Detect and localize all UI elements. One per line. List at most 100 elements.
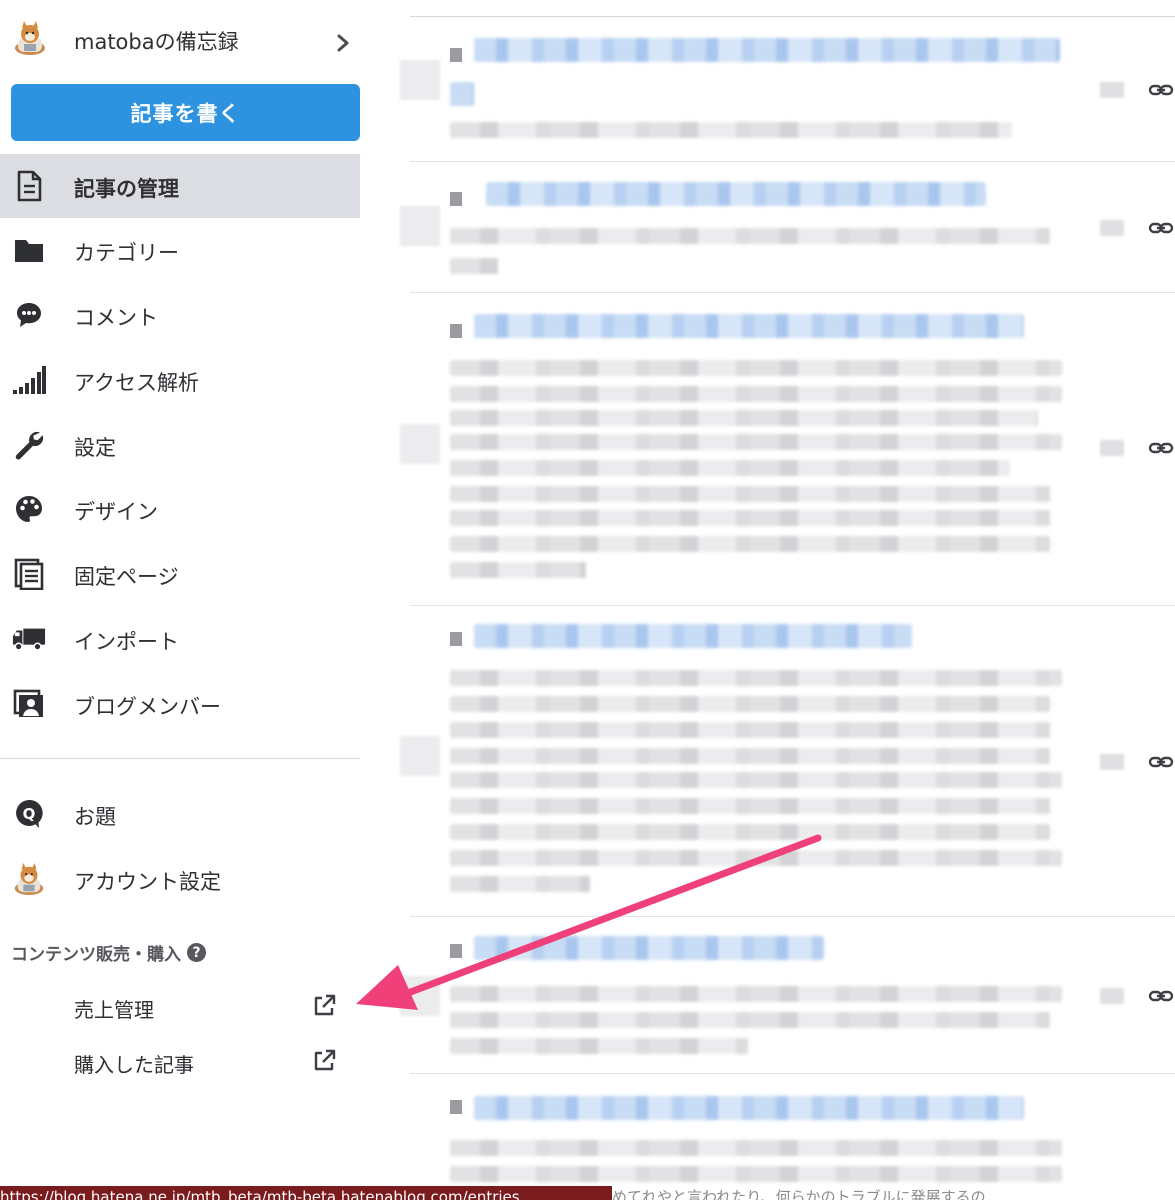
entry-excerpt-blurred	[450, 386, 1062, 402]
sidebar-item-articles[interactable]: 記事の管理	[0, 154, 360, 218]
shiba-dog-avatar	[12, 862, 46, 896]
entry-excerpt-blurred	[450, 772, 1062, 788]
link-chain-icon[interactable]	[1148, 82, 1174, 98]
entry-title-blurred[interactable]	[474, 1096, 1024, 1120]
list-separator	[410, 161, 1175, 162]
entries-list	[398, 0, 1175, 1186]
entry-excerpt-blurred	[450, 460, 1010, 476]
external-link-icon	[314, 1049, 336, 1071]
link-chain-icon[interactable]	[1148, 440, 1174, 456]
folder-icon	[12, 233, 46, 267]
blog-switcher[interactable]: matobaの備忘録	[0, 14, 360, 66]
entry-meta	[1100, 988, 1124, 1004]
sidebar-item-label: カテゴリー	[74, 241, 179, 265]
entry-meta	[1100, 754, 1124, 770]
entry-title-blurred[interactable]	[474, 624, 912, 648]
entry-excerpt-blurred	[450, 228, 1050, 244]
sidebar-item-label: 固定ページ	[74, 565, 179, 589]
shiba-dog-avatar	[15, 21, 45, 55]
sidebar-item-static-pages[interactable]: 固定ページ	[0, 542, 360, 606]
entry-title-blurred[interactable]	[474, 314, 1024, 338]
entry-thumbnail	[400, 60, 440, 100]
entry-excerpt-blurred	[450, 876, 590, 892]
entry-excerpt-blurred	[450, 1012, 1050, 1028]
entry-thumbnail	[400, 976, 440, 1016]
list-item[interactable]	[398, 300, 1175, 600]
link-chain-icon[interactable]	[1148, 988, 1174, 1004]
list-item[interactable]	[398, 926, 1175, 1066]
entry-excerpt-blurred	[450, 850, 1062, 866]
wrench-icon	[12, 428, 46, 462]
list-separator	[410, 916, 1175, 917]
entry-status-marker	[450, 632, 462, 646]
help-icon[interactable]: ?	[187, 943, 206, 962]
entry-excerpt-blurred	[450, 410, 1038, 426]
entry-title-blurred	[450, 82, 474, 106]
entry-excerpt-blurred	[450, 696, 1050, 712]
entry-status-marker	[450, 944, 462, 958]
sidebar-item-blog-members[interactable]: ブログメンバー	[0, 672, 360, 736]
entry-excerpt-blurred	[450, 748, 1050, 764]
list-separator	[410, 605, 1175, 606]
entry-excerpt-blurred	[450, 798, 1050, 814]
sidebar-item-purchased-articles[interactable]: 購入した記事	[0, 1039, 360, 1085]
palette-icon	[12, 492, 46, 526]
entry-status-marker	[450, 48, 462, 62]
signal-bars-icon	[12, 363, 46, 397]
entry-meta-blurred	[450, 122, 1012, 138]
entry-excerpt-blurred	[450, 536, 1050, 552]
entry-meta-blurred	[450, 258, 498, 274]
link-chain-icon[interactable]	[1148, 220, 1174, 236]
sidebar: matobaの備忘録 記事を書く 記事の管理 カテゴリー コメント アクセス解析…	[0, 0, 380, 1200]
sidebar-item-label: アクセス解析	[74, 371, 199, 395]
entry-status-marker	[450, 192, 462, 206]
sidebar-item-account-settings[interactable]: アカウント設定	[0, 847, 360, 911]
entry-excerpt-blurred	[450, 360, 1062, 376]
entry-excerpt-blurred	[450, 486, 1050, 502]
sidebar-item-sales-management[interactable]: 売上管理	[0, 984, 360, 1030]
sidebar-item-analytics[interactable]: アクセス解析	[0, 348, 360, 412]
truck-icon	[12, 622, 46, 656]
list-item[interactable]	[398, 612, 1175, 912]
entry-excerpt-blurred	[450, 510, 1050, 526]
sidebar-item-label: 購入した記事	[74, 1053, 194, 1077]
list-item[interactable]	[398, 30, 1175, 160]
sidebar-item-odai[interactable]: Q お題	[0, 782, 360, 846]
entry-excerpt-blurred	[450, 562, 586, 578]
sidebar-item-comments[interactable]: コメント	[0, 283, 360, 347]
list-separator	[410, 292, 1175, 293]
entry-status-marker	[450, 1100, 462, 1114]
sidebar-item-design[interactable]: デザイン	[0, 477, 360, 541]
sidebar-item-label: 設定	[74, 436, 116, 460]
sidebar-item-settings[interactable]: 設定	[0, 413, 360, 477]
entry-thumbnail	[400, 206, 440, 246]
entry-title-blurred[interactable]	[474, 936, 824, 960]
sidebar-item-label: 記事の管理	[74, 177, 179, 201]
status-url-text: https://blog.hatena.ne.jp/mtb_beta/mtb-b…	[0, 1188, 520, 1200]
list-top-border	[410, 16, 1175, 17]
sidebar-item-categories[interactable]: カテゴリー	[0, 218, 360, 282]
sidebar-item-label: ブログメンバー	[74, 695, 221, 719]
app-window: matobaの備忘録 記事を書く 記事の管理 カテゴリー コメント アクセス解析…	[0, 0, 1175, 1200]
entry-excerpt-blurred	[450, 1038, 748, 1054]
comment-bubble-icon	[12, 298, 46, 332]
list-item[interactable]	[398, 1086, 1175, 1186]
member-icon	[12, 687, 46, 721]
entry-title-blurred[interactable]	[474, 38, 1060, 62]
list-item[interactable]	[398, 170, 1175, 288]
status-bar-url: https://blog.hatena.ne.jp/mtb_beta/mtb-b…	[0, 1186, 612, 1200]
sidebar-item-label: 売上管理	[74, 998, 154, 1022]
sidebar-item-label: デザイン	[74, 500, 158, 524]
list-separator	[410, 1073, 1175, 1074]
entry-excerpt-blurred	[450, 670, 1062, 686]
entry-meta	[1100, 82, 1124, 98]
link-chain-icon[interactable]	[1148, 754, 1174, 770]
entry-meta	[1100, 220, 1124, 236]
entry-title-blurred[interactable]	[486, 182, 986, 206]
sidebar-item-label: アカウント設定	[74, 870, 221, 894]
entry-excerpt-blurred	[450, 1166, 1062, 1182]
write-article-button[interactable]: 記事を書く	[11, 84, 360, 141]
sidebar-divider	[0, 758, 360, 759]
entry-excerpt-blurred	[450, 1140, 1062, 1156]
sidebar-item-import[interactable]: インポート	[0, 607, 360, 671]
